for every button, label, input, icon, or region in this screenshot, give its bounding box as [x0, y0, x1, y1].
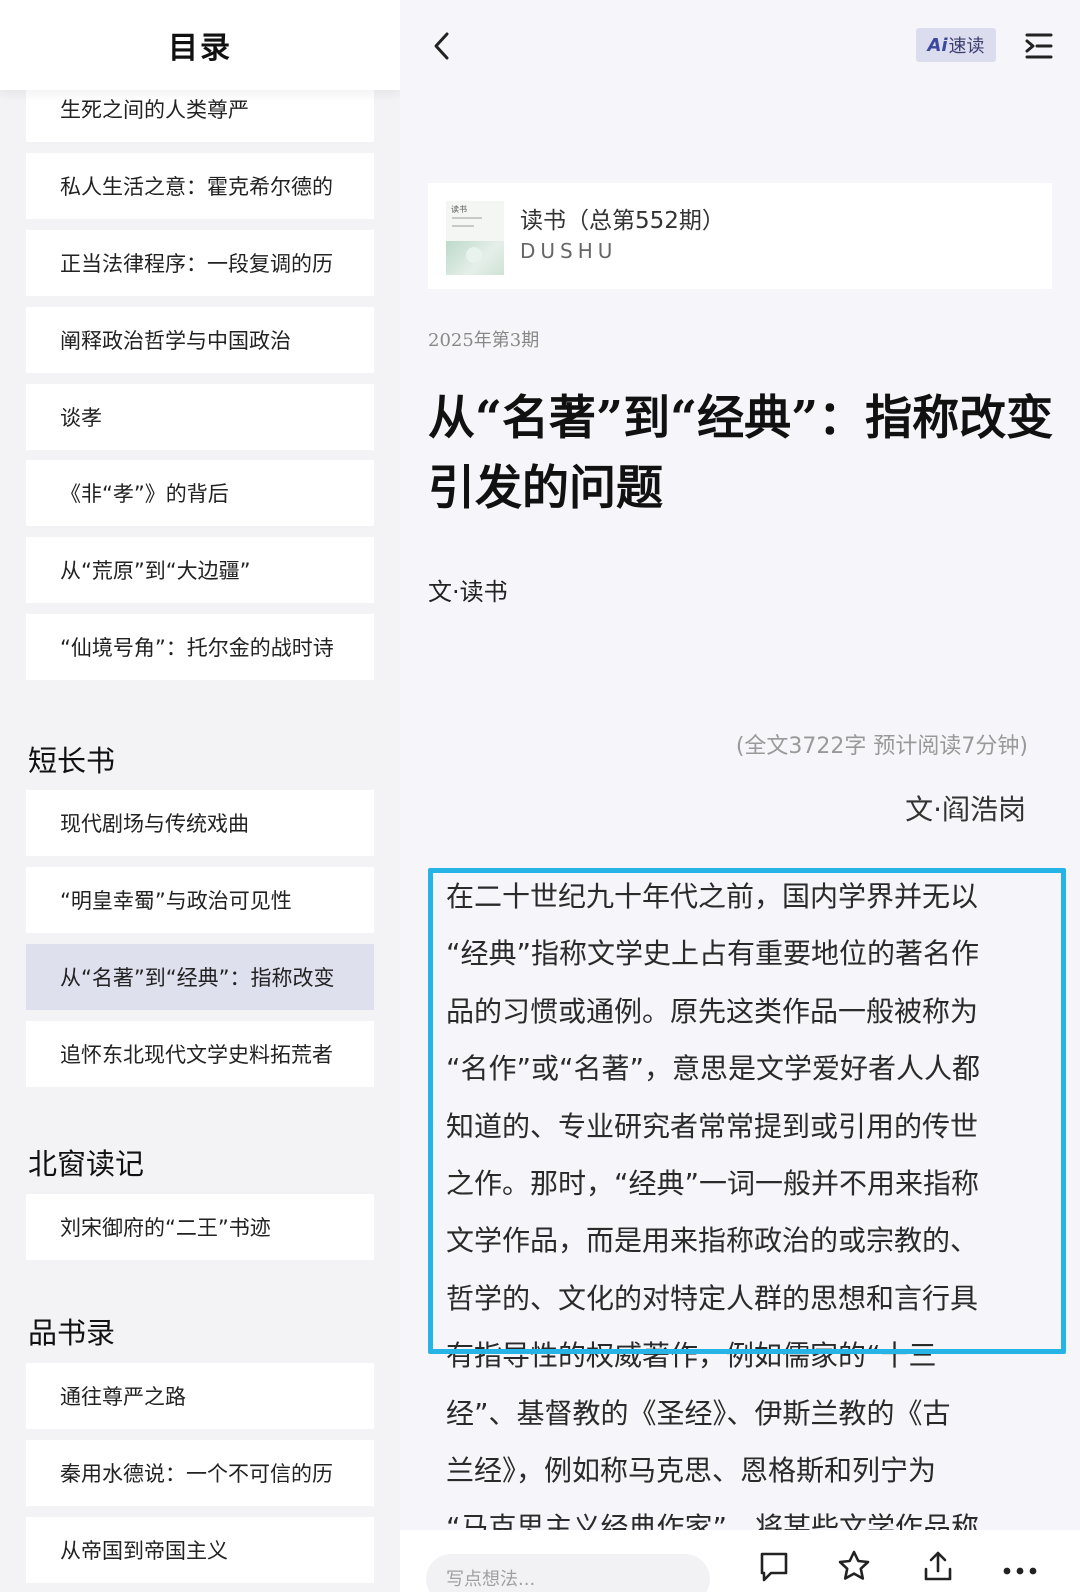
body-line: 经”、基督教的《圣经》、伊斯兰教的《古 — [446, 1396, 951, 1430]
article-author: 文·阎浩岗 — [905, 793, 1026, 826]
more-icon — [1003, 1567, 1037, 1575]
chevron-left-icon — [434, 32, 449, 60]
toc-item[interactable]: 谈孝 — [26, 384, 374, 450]
ai-speed-read-button[interactable]: Ai 速读 — [916, 28, 996, 62]
cover-label: 读书 — [451, 205, 467, 214]
bottom-action-bar — [400, 1530, 1080, 1592]
body-line: 知道的、专业研究者常常提到或引用的传世 — [446, 1109, 979, 1143]
toc-item[interactable]: 正当法律程序：一段复调的历 — [26, 230, 374, 296]
body-line: 有指导性的权威著作，例如儒家的“十三 — [446, 1339, 937, 1373]
issue-date: 2025年第3期 — [428, 330, 540, 351]
magazine-name: 读书（总第552期） — [520, 208, 725, 234]
toc-item[interactable]: 私人生活之意：霍克希尔德的 — [26, 153, 374, 219]
toc-item[interactable]: 追怀东北现代文学史料拓荒者 — [26, 1021, 374, 1087]
toc-section-title: 品书录 — [28, 1316, 116, 1350]
favorite-button[interactable] — [834, 1546, 874, 1586]
toc-section-title: 短长书 — [28, 744, 116, 778]
toc-item[interactable]: “仙境号角”：托尔金的战时诗 — [26, 614, 374, 680]
reader-pane: Ai 速读 读书 读书（总第552期） DUSHU 2025年第3期 从“名著”到… — [400, 0, 1080, 1592]
toc-header: 目录 — [0, 0, 400, 90]
source-byline: 文·读书 — [428, 578, 508, 606]
toc-item[interactable]: 刘宋御府的“二王”书迹 — [26, 1194, 374, 1260]
comment-button[interactable] — [754, 1546, 794, 1586]
toc-menu-icon — [1025, 33, 1053, 59]
toc-item[interactable]: “明皇幸蜀”与政治可见性 — [26, 867, 374, 933]
magazine-card[interactable]: 读书 读书（总第552期） DUSHU — [428, 183, 1052, 289]
body-line: 品的习惯或通例。原先这类作品一般被称为 — [446, 994, 979, 1028]
magazine-cover: 读书 — [446, 201, 504, 275]
comment-input[interactable] — [426, 1554, 710, 1592]
toc-item-active[interactable]: 从“名著”到“经典”：指称改变 — [26, 944, 374, 1010]
toc-title: 目录 — [168, 31, 232, 66]
body-line: “名作”或“名著”，意思是文学爱好者人人都 — [446, 1052, 981, 1086]
toc-sidebar: 目录 生死之间的人类尊严 私人生活之意：霍克希尔德的 正当法律程序：一段复调的历… — [0, 0, 400, 1592]
toc-item[interactable]: 通往尊严之路 — [26, 1363, 374, 1429]
back-button[interactable] — [422, 26, 462, 66]
magazine-subtitle: DUSHU — [520, 239, 618, 263]
article-body: 在二十世纪九十年代之前，国内学界并无以 “经典”指称文学史上占有重要地位的著名作… — [446, 868, 1036, 1557]
toc-item[interactable]: 现代剧场与传统戏曲 — [26, 790, 374, 856]
toc-item[interactable]: 《非“孝”》的背后 — [26, 460, 374, 526]
ai-mark: Ai — [927, 34, 948, 56]
toc-menu-button[interactable] — [1018, 26, 1058, 66]
ai-label: 速读 — [948, 36, 985, 57]
body-line: 哲学的、文化的对特定人群的思想和言行具 — [446, 1281, 979, 1315]
share-icon — [924, 1551, 952, 1581]
toc-item[interactable]: 从“荒原”到“大边疆” — [26, 537, 374, 603]
share-button[interactable] — [918, 1546, 958, 1586]
toc-section-title: 北窗读记 — [28, 1147, 145, 1181]
toc-item[interactable]: 从帝国到帝国主义 — [26, 1517, 374, 1583]
reading-meta: (全文3722字 预计阅读7分钟) — [735, 734, 1028, 759]
body-line: 兰经》，例如称马克思、恩格斯和列宁为 — [446, 1454, 937, 1488]
body-line: 之作。那时，“经典”一词一般并不用来指称 — [446, 1167, 980, 1201]
article-title: 从“名著”到“经典”：指称改变引发的问题 — [428, 391, 1054, 516]
body-line: 文学作品，而是用来指称政治的或宗教的、 — [446, 1224, 979, 1258]
toc-item[interactable]: 阐释政治哲学与中国政治 — [26, 307, 374, 373]
star-icon — [838, 1550, 870, 1580]
body-line: “经典”指称文学史上占有重要地位的著名作 — [446, 937, 980, 971]
more-button[interactable] — [1000, 1546, 1040, 1586]
comment-icon — [760, 1552, 788, 1582]
body-line: 在二十世纪九十年代之前，国内学界并无以 — [446, 880, 979, 913]
toc-item[interactable]: 秦用水德说：一个不可信的历 — [26, 1440, 374, 1506]
